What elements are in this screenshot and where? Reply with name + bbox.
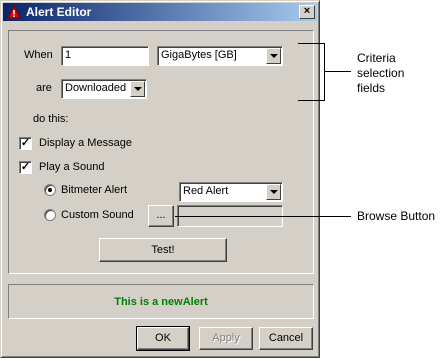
chevron-down-icon[interactable] bbox=[266, 48, 281, 64]
direction-select[interactable]: Downloaded bbox=[61, 79, 147, 99]
browse-pointer-line bbox=[175, 216, 351, 217]
are-label: are bbox=[36, 82, 52, 94]
chevron-down-icon[interactable] bbox=[266, 184, 281, 200]
custom-sound-radio[interactable] bbox=[44, 209, 56, 221]
unit-select-value: GigaBytes [GB] bbox=[161, 49, 237, 61]
test-button[interactable]: Test! bbox=[99, 238, 227, 262]
chevron-down-icon[interactable] bbox=[130, 81, 145, 97]
warning-triangle-icon bbox=[7, 5, 21, 19]
display-message-checkbox[interactable]: ✓ bbox=[19, 137, 32, 150]
amount-input[interactable]: 1 bbox=[61, 46, 149, 66]
criteria-annotation: Criteria selection fields bbox=[357, 51, 404, 96]
close-icon[interactable]: × bbox=[299, 5, 315, 19]
criteria-annotation-line2: selection bbox=[357, 66, 405, 80]
title-bar[interactable]: Alert Editor × bbox=[3, 3, 317, 21]
status-text: This is a newAlert bbox=[114, 296, 208, 308]
bitmeter-alert-label[interactable]: Bitmeter Alert bbox=[61, 184, 127, 196]
status-box: This is a newAlert bbox=[8, 284, 314, 319]
criteria-annotation-line1: Criteria bbox=[357, 51, 396, 65]
custom-sound-label[interactable]: Custom Sound bbox=[61, 209, 134, 221]
when-label: When bbox=[24, 49, 53, 61]
criteria-bracket-bottom bbox=[298, 100, 325, 101]
window-title: Alert Editor bbox=[26, 5, 92, 19]
alert-sound-select-value: Red Alert bbox=[183, 185, 229, 197]
criteria-bracket-top bbox=[298, 43, 324, 44]
unit-select[interactable]: GigaBytes [GB] bbox=[157, 46, 283, 66]
bitmeter-alert-radio[interactable] bbox=[44, 184, 56, 196]
criteria-annotation-line3: fields bbox=[357, 81, 386, 95]
alert-sound-select[interactable]: Red Alert bbox=[179, 182, 283, 202]
browse-annotation: Browse Button bbox=[357, 209, 436, 223]
display-message-label[interactable]: Display a Message bbox=[39, 137, 132, 149]
cancel-button[interactable]: Cancel bbox=[259, 327, 313, 350]
play-sound-label[interactable]: Play a Sound bbox=[39, 161, 104, 173]
alert-editor-window: Alert Editor × When 1 GigaBytes [GB] are… bbox=[0, 0, 320, 358]
ok-button[interactable]: OK bbox=[136, 326, 190, 351]
apply-button[interactable]: Apply bbox=[199, 327, 253, 350]
browse-button[interactable]: ... bbox=[148, 205, 174, 227]
play-sound-checkbox[interactable]: ✓ bbox=[19, 161, 32, 174]
criteria-pointer-line bbox=[325, 71, 351, 72]
do-this-label: do this: bbox=[33, 113, 69, 125]
